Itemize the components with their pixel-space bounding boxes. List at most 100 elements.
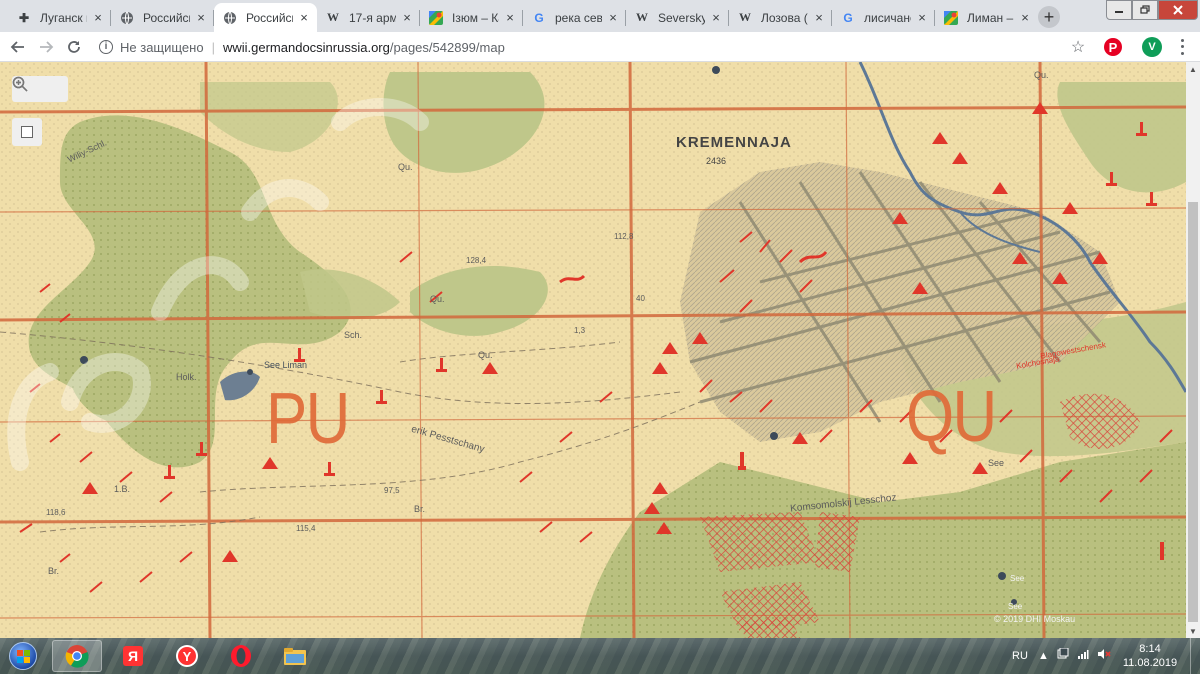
forward-button[interactable]: [34, 35, 58, 59]
close-window-button[interactable]: [1158, 0, 1198, 20]
address-bar[interactable]: i Не защищено | wwii.germandocsinrussia.…: [96, 35, 1092, 59]
close-tab-icon[interactable]: ×: [1018, 10, 1032, 25]
tab-7[interactable]: W Лозова ( ×: [729, 3, 832, 32]
show-hidden-icons-icon[interactable]: ▲: [1038, 650, 1049, 662]
close-tab-icon[interactable]: ×: [812, 10, 826, 25]
map-label: See Liman: [264, 360, 308, 370]
close-tab-icon[interactable]: ×: [194, 10, 208, 25]
map-label: Sch.: [344, 330, 363, 340]
map-image: [0, 62, 1186, 638]
system-tray: ▲: [1038, 647, 1111, 663]
scroll-up-arrow-icon[interactable]: ▲: [1186, 62, 1200, 76]
windows-taskbar: Я Y RU ▲ 8:14 11.08.2019: [0, 638, 1200, 674]
more-menu-icon[interactable]: [1176, 37, 1188, 57]
bookmark-star-icon[interactable]: ☆: [1068, 36, 1088, 58]
url-host: wwii.germandocsinrussia.org: [222, 39, 390, 55]
tab-3[interactable]: W 17-я арм ×: [317, 3, 420, 32]
new-tab-button[interactable]: +: [1038, 6, 1060, 28]
arrow-left-icon: [10, 41, 24, 53]
profile-avatar[interactable]: V: [1142, 37, 1162, 57]
scrollbar-thumb[interactable]: [1188, 202, 1198, 622]
tab-title: Российск: [143, 10, 190, 25]
map-label: 1,3: [574, 326, 586, 335]
map-label: See: [988, 458, 1005, 468]
grid-square-label-right: QU: [906, 377, 997, 457]
close-tab-icon[interactable]: ×: [400, 10, 414, 25]
tab-strip: ✚ Луганск и × Российск × Российск × W 17…: [0, 0, 1200, 32]
fullscreen-button[interactable]: [12, 118, 42, 146]
screen: ✚ Луганск и × Российск × Российск × W 17…: [0, 0, 1200, 674]
opera-icon: [231, 645, 251, 667]
volume-muted-icon[interactable]: [1097, 648, 1111, 663]
window-controls: [1106, 0, 1198, 20]
show-desktop-button[interactable]: [1190, 638, 1200, 674]
taskbar-chrome[interactable]: [52, 640, 102, 672]
close-tab-icon[interactable]: ×: [297, 10, 311, 25]
taskbar-yandex-browser[interactable]: Y: [162, 640, 212, 672]
yandex-browser-icon: Y: [176, 645, 198, 667]
tab-title: Луганск и: [40, 10, 87, 25]
tab-title: лисичанс: [864, 10, 911, 25]
zoom-controls: [12, 76, 68, 102]
tab-1[interactable]: Российск ×: [111, 3, 214, 32]
wikipedia-icon: W: [327, 10, 339, 24]
action-center-flag-icon[interactable]: [1057, 647, 1069, 663]
map-label: Br.: [414, 504, 426, 514]
tab-6[interactable]: W Seversky ×: [626, 3, 729, 32]
tab-title: 17-я арм: [349, 10, 396, 25]
map-viewport[interactable]: KREMENNAJA 2436 PU QU Wiliy-Schl. Qu. Qu…: [0, 62, 1186, 638]
close-tab-icon[interactable]: ×: [91, 10, 105, 25]
tab-title: Российск: [246, 10, 293, 25]
network-icon[interactable]: [1077, 648, 1089, 663]
map-label: Qu.: [398, 162, 413, 172]
svg-text:Я: Я: [128, 648, 138, 664]
close-tab-icon[interactable]: ×: [709, 10, 723, 25]
map-label: 97,5: [384, 486, 400, 495]
pinterest-extension-icon[interactable]: P: [1104, 38, 1122, 56]
zoom-in-button[interactable]: [12, 76, 65, 100]
security-status: Не защищено: [120, 39, 204, 55]
tab-4[interactable]: Ізюм – Ка ×: [420, 3, 523, 32]
google-maps-icon: [428, 10, 444, 26]
close-tab-icon[interactable]: ×: [915, 10, 929, 25]
tab-9[interactable]: Лиман – ×: [935, 3, 1038, 32]
tab-8[interactable]: G лисичанс ×: [832, 3, 935, 32]
input-language[interactable]: RU: [1012, 650, 1028, 662]
tab-5[interactable]: G река севе ×: [523, 3, 626, 32]
map-label: 128,4: [466, 256, 487, 265]
google-icon: G: [843, 10, 853, 25]
info-icon[interactable]: i: [96, 37, 116, 57]
close-tab-icon[interactable]: ×: [606, 10, 620, 25]
map-label: See: [1008, 602, 1023, 611]
taskbar-clock[interactable]: 8:14 11.08.2019: [1120, 642, 1180, 670]
back-button[interactable]: [6, 35, 30, 59]
map-label: Qu.: [1034, 70, 1049, 80]
map-label: 112,8: [614, 232, 634, 241]
map-label: 118,6: [46, 508, 66, 517]
yandex-icon: Я: [123, 646, 143, 666]
file-explorer-icon: [284, 648, 306, 665]
address-separator: |: [211, 39, 215, 55]
tab-title: Лиман –: [967, 10, 1014, 25]
taskbar-yandex[interactable]: Я: [108, 640, 158, 672]
tab-title: река севе: [555, 10, 602, 25]
google-icon: G: [534, 10, 544, 25]
vertical-scrollbar[interactable]: ▲ ▼: [1186, 62, 1200, 638]
clock-time: 8:14: [1139, 643, 1161, 655]
taskbar-file-explorer[interactable]: [270, 640, 320, 672]
close-tab-icon[interactable]: ×: [503, 10, 517, 25]
scroll-down-arrow-icon[interactable]: ▼: [1186, 624, 1200, 638]
taskbar-opera[interactable]: [216, 640, 266, 672]
map-label: 115,4: [296, 524, 316, 533]
tab-0[interactable]: ✚ Луганск и ×: [8, 3, 111, 32]
map-label: Holk.: [176, 372, 197, 382]
start-button[interactable]: [4, 640, 42, 672]
restore-button[interactable]: [1132, 0, 1158, 20]
google-maps-icon: [943, 10, 959, 26]
tab-2-active[interactable]: Российск ×: [214, 3, 317, 32]
reload-button[interactable]: [62, 35, 86, 59]
minimize-button[interactable]: [1106, 0, 1132, 20]
svg-text:Y: Y: [183, 649, 192, 664]
reload-icon: [68, 41, 80, 53]
grid-square-label-left: PU: [266, 379, 350, 459]
